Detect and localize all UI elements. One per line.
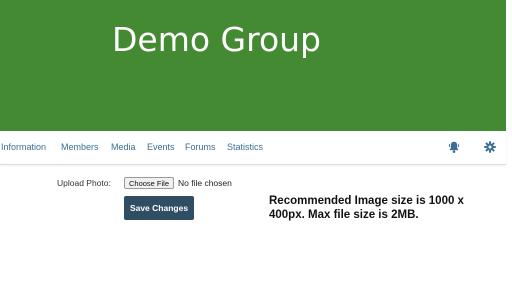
nav-item-members[interactable]: Members — [61, 142, 99, 152]
choose-file-button[interactable]: Choose File — [124, 177, 175, 189]
upload-photo-label: Upload Photo: — [57, 178, 111, 188]
nav-item-media[interactable]: Media — [111, 142, 136, 152]
nav-item-forums[interactable]: Forums — [185, 142, 216, 152]
nav-item-statistics[interactable]: Statistics — [227, 142, 263, 152]
group-title: Demo Group — [112, 20, 322, 59]
gear-icon[interactable] — [483, 140, 497, 154]
page: Demo Group Information Members Media Eve… — [0, 0, 512, 300]
group-banner: Demo Group — [0, 0, 506, 131]
image-size-note: Recommended Image size is 1000 x 400px. … — [269, 195, 464, 221]
save-changes-button[interactable]: Save Changes — [124, 196, 194, 220]
group-nav-bar: Information Members Media Events Forums … — [0, 131, 506, 165]
file-status-text: No file chosen — [178, 178, 232, 188]
nav-item-events[interactable]: Events — [147, 142, 175, 152]
nav-item-information[interactable]: Information — [1, 142, 46, 152]
bell-icon[interactable] — [447, 140, 461, 154]
